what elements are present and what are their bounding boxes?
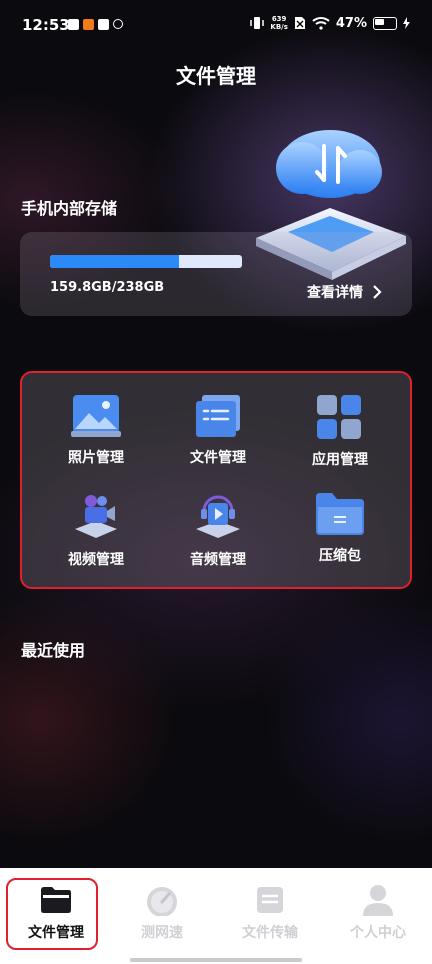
category-label: 文件管理: [190, 450, 246, 466]
audio-icon: [196, 495, 240, 538]
category-label: 音频管理: [190, 552, 246, 568]
no-sim-icon: [294, 17, 305, 29]
category-label: 压缩包: [319, 548, 361, 564]
storage-card[interactable]: 159.8GB/238GB 查看详情: [20, 232, 412, 316]
category-label: 照片管理: [68, 450, 124, 466]
nav-item-file-transfer[interactable]: 文件传输: [220, 882, 320, 942]
network-speed-value: 639: [271, 15, 287, 23]
nav-item-profile[interactable]: 个人中心: [328, 882, 428, 942]
view-details-label: 查看详情: [307, 285, 363, 301]
chevron-right-icon: [373, 285, 382, 299]
nav-item-speed-test[interactable]: 测网速: [112, 882, 212, 942]
category-photos[interactable]: 照片管理: [41, 393, 151, 467]
transfer-icon: [257, 887, 283, 913]
user-icon: [363, 885, 393, 916]
category-documents[interactable]: 文件管理: [163, 393, 273, 467]
network-speed: 639 KB/s: [270, 15, 287, 31]
view-details-link[interactable]: 查看详情: [307, 282, 382, 302]
document-icon: [196, 395, 240, 437]
archive-icon: [316, 493, 364, 535]
nav-label: 个人中心: [350, 925, 406, 941]
photo-icon: [71, 395, 121, 437]
sync-icon: [113, 19, 123, 29]
storage-usage-bar: [50, 255, 242, 268]
network-speed-unit: KB/s: [270, 23, 288, 31]
category-archives[interactable]: 压缩包: [285, 491, 395, 565]
app-notification-icon: [83, 19, 94, 30]
category-grid: 照片管理 文件管理 应用管理 视频管理 音频管理 压缩包: [20, 371, 412, 589]
category-videos[interactable]: 视频管理: [41, 491, 151, 569]
video-icon: [75, 495, 117, 538]
storage-section-label: 手机内部存储: [21, 199, 118, 218]
storage-usage-text: 159.8GB/238GB: [50, 280, 165, 295]
category-label: 应用管理: [312, 452, 368, 468]
nav-label: 文件传输: [242, 925, 298, 941]
nav-label: 测网速: [141, 925, 183, 941]
storage-usage-fill: [50, 255, 179, 268]
charging-icon: [403, 17, 410, 29]
active-nav-highlight: [6, 878, 98, 950]
file-manager-screen: 12:53 639 KB/s 47% 文件管理 手机内部存储 159.8GB/2…: [0, 0, 432, 868]
recent-section-label: 最近使用: [21, 641, 86, 660]
home-indicator[interactable]: [130, 958, 302, 962]
category-label: 视频管理: [68, 552, 124, 568]
category-apps[interactable]: 应用管理: [285, 393, 395, 469]
vibrate-icon: [250, 17, 265, 29]
notification-icons: [68, 19, 123, 30]
play-icon: [98, 19, 109, 30]
category-audio[interactable]: 音频管理: [163, 491, 273, 569]
wifi-icon: [312, 17, 330, 30]
mail-icon: [68, 19, 79, 30]
status-right: 639 KB/s 47%: [250, 15, 410, 31]
apps-icon: [317, 395, 361, 439]
status-time: 12:53: [22, 16, 70, 34]
page-title: 文件管理: [176, 64, 256, 88]
status-bar: 12:53 639 KB/s 47%: [0, 0, 432, 52]
battery-percent: 47%: [335, 15, 367, 31]
speedometer-icon: [147, 887, 177, 916]
battery-icon: [373, 16, 397, 30]
